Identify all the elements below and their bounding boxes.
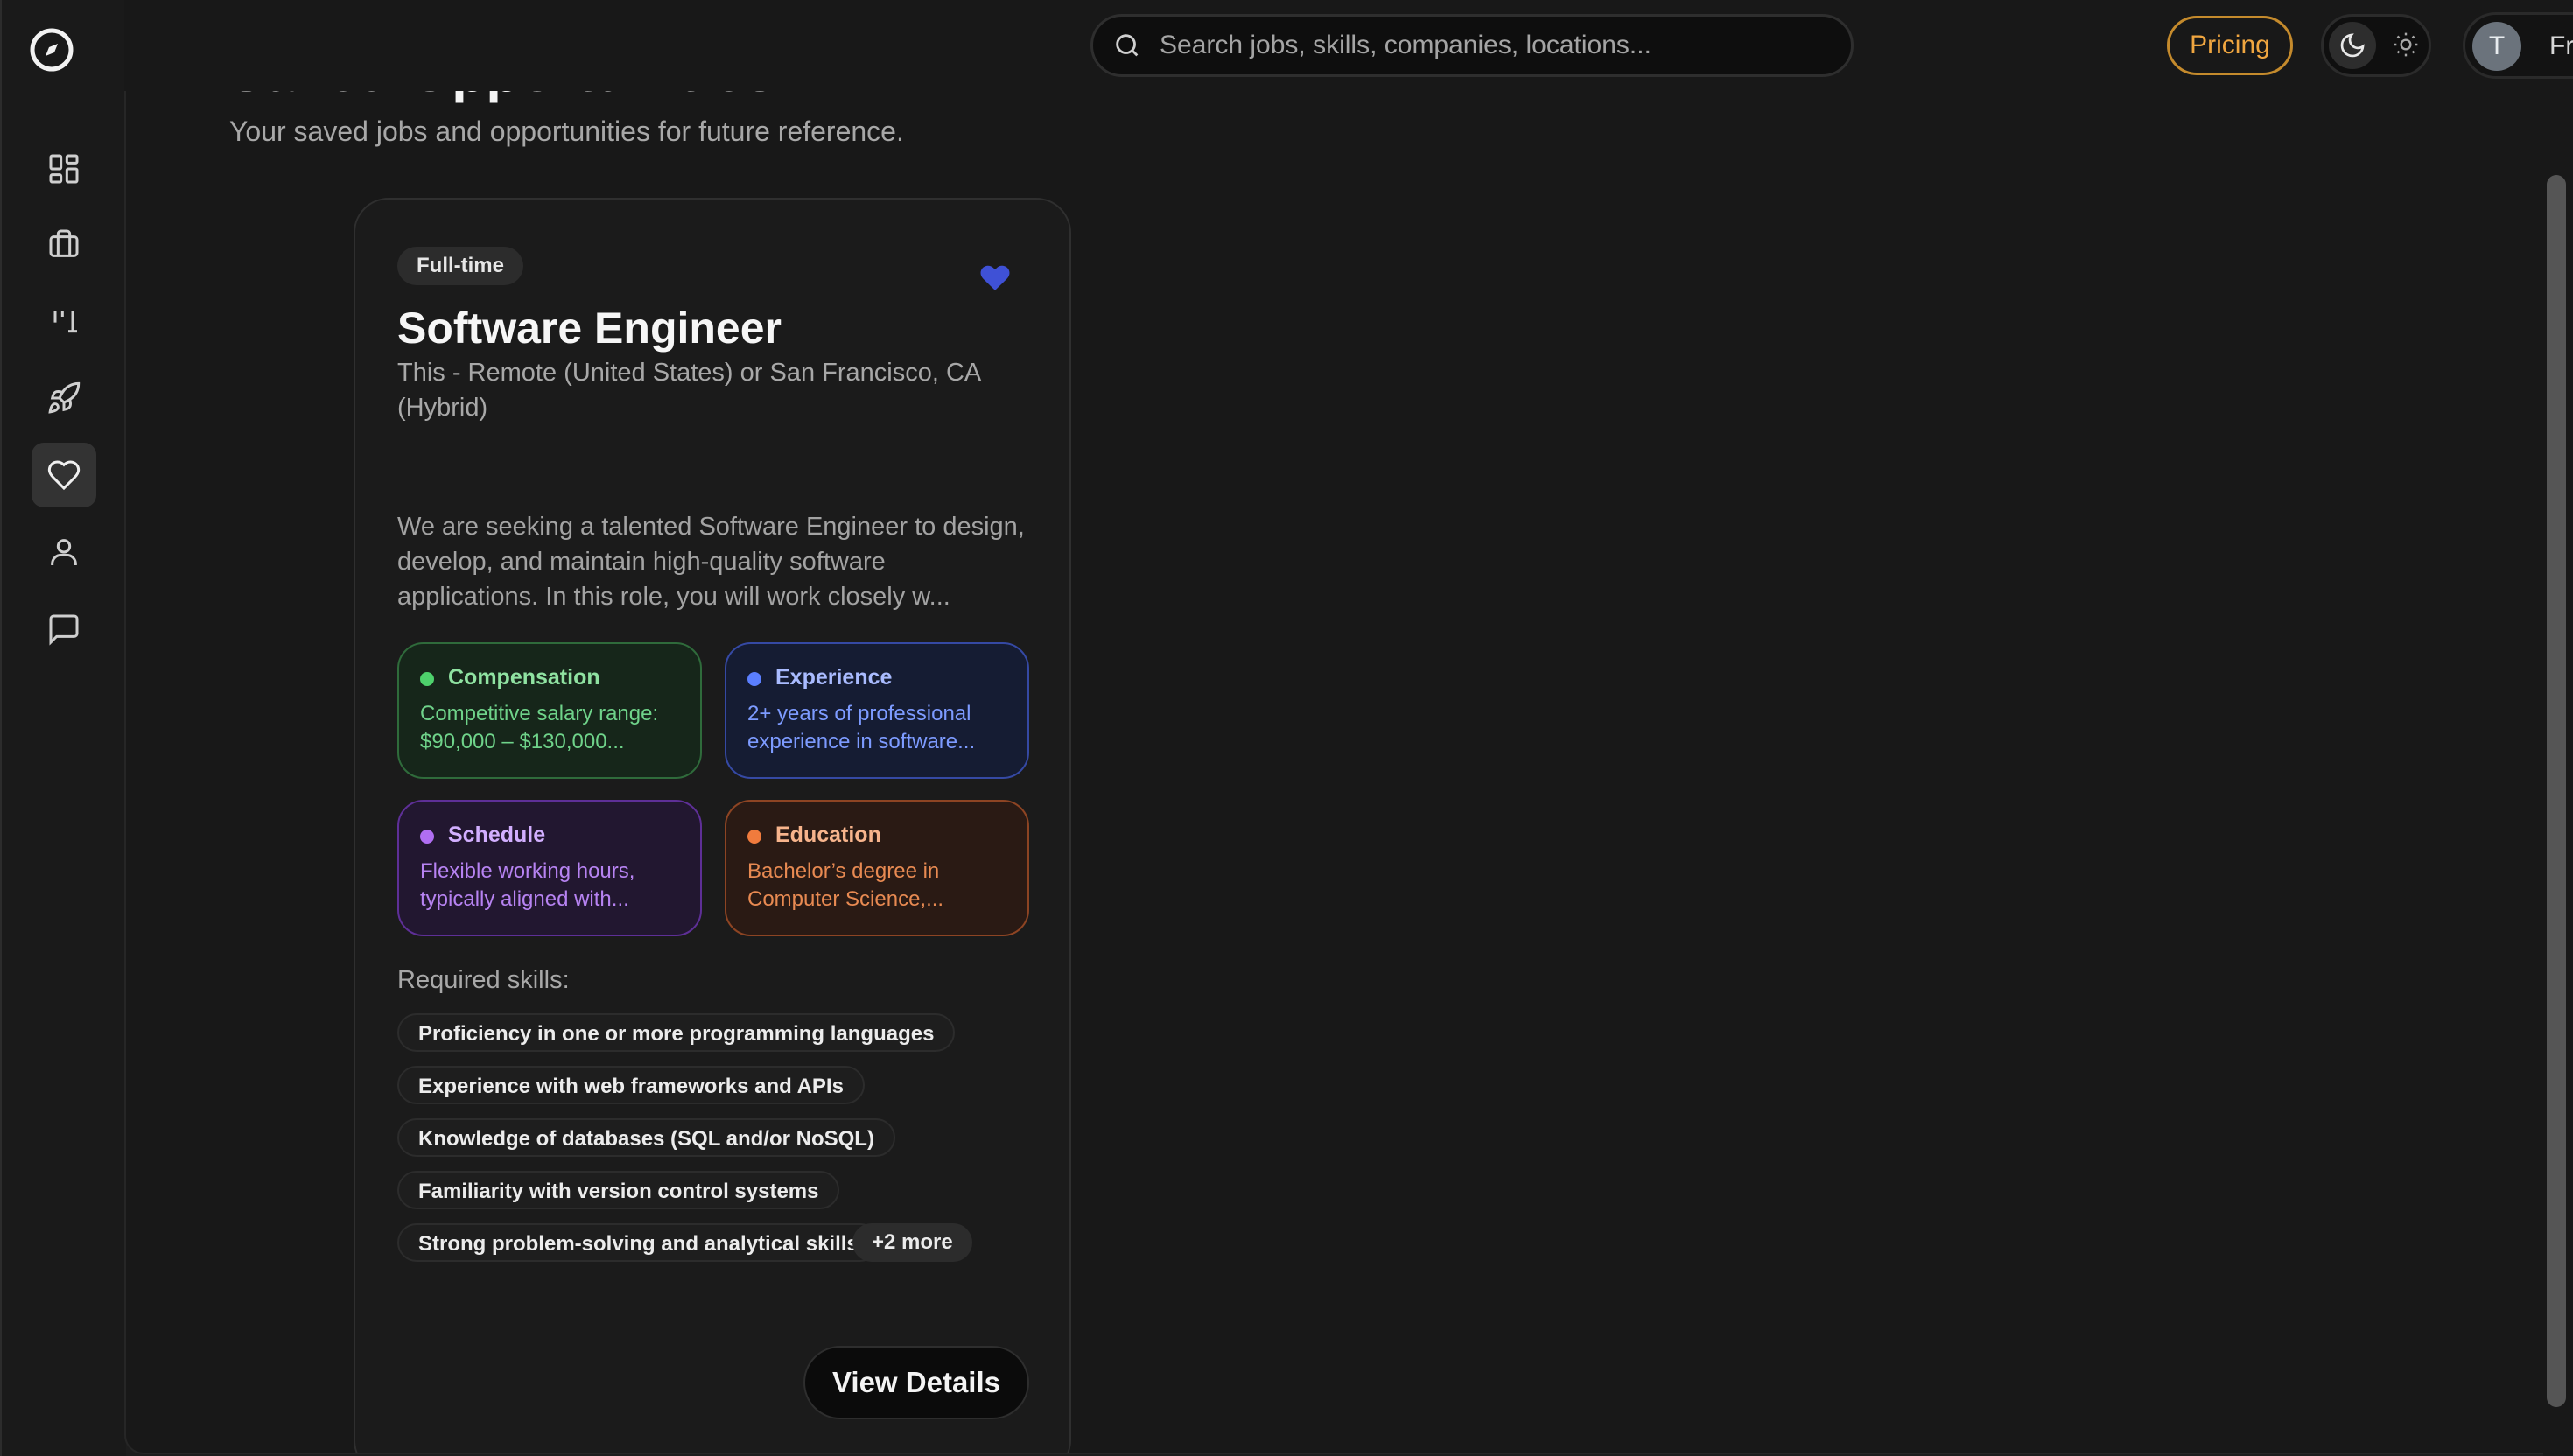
schedule-dot-icon	[420, 830, 434, 844]
briefcase-icon	[49, 229, 79, 257]
skill-chip: Strong problem-solving and analytical sk…	[397, 1223, 880, 1262]
moon-icon	[2340, 33, 2365, 58]
job-card[interactable]: Full-time Software Engineer This - Remot…	[354, 198, 1071, 1452]
sun-icon[interactable]	[2392, 31, 2420, 59]
saved-heart-icon[interactable]	[978, 261, 1012, 292]
theme-toggle[interactable]	[2321, 14, 2431, 77]
sidebar-item-saved[interactable]	[32, 443, 96, 508]
more-skills-badge[interactable]: +2 more	[852, 1223, 972, 1262]
education-dot-icon	[747, 830, 761, 844]
view-details-button[interactable]: View Details	[803, 1346, 1029, 1419]
rocket-icon	[48, 382, 81, 414]
job-title[interactable]: Software Engineer	[397, 303, 782, 354]
education-tile: Education Bachelor’s degree in Computer …	[725, 800, 1029, 936]
user-menu[interactable]: T Free	[2463, 12, 2573, 79]
schedule-tile: Schedule Flexible working hours, typical…	[397, 800, 702, 936]
sidebar-item-messages[interactable]	[32, 597, 96, 662]
columns-icon	[53, 311, 77, 333]
page-subtitle: Your saved jobs and opportunities for fu…	[229, 116, 904, 147]
skill-chip: Experience with web frameworks and APIs	[397, 1066, 865, 1104]
heart-icon	[47, 460, 81, 491]
skill-chip: Knowledge of databases (SQL and/or NoSQL…	[397, 1118, 895, 1157]
pricing-button[interactable]: Pricing	[2167, 16, 2293, 75]
search-bar[interactable]	[1090, 14, 1854, 77]
experience-label: Experience	[775, 665, 893, 690]
sidebar-item-profile[interactable]	[32, 520, 96, 584]
experience-text: 2+ years of professional experience in s…	[747, 702, 976, 753]
avatar: T	[2472, 22, 2521, 71]
job-location: This - Remote (United States) or San Fra…	[397, 359, 980, 422]
dark-mode-button[interactable]	[2329, 22, 2376, 69]
experience-dot-icon	[747, 672, 761, 686]
main-panel: Saved Opportunities Your saved jobs and …	[124, 0, 2573, 1454]
job-description: We are seeking a talented Software Engin…	[397, 513, 1025, 611]
chat-icon	[49, 614, 79, 646]
plan-label: Free	[2549, 32, 2573, 60]
skill-chip: Familiarity with version control systems	[397, 1171, 840, 1209]
compensation-dot-icon	[420, 672, 434, 686]
sidebar-item-dashboard[interactable]	[32, 136, 96, 201]
required-skills-label: Required skills:	[397, 966, 570, 994]
schedule-text: Flexible working hours, typically aligne…	[420, 859, 635, 911]
sidebar-item-jobs[interactable]	[32, 212, 96, 276]
sidebar	[0, 0, 126, 1456]
grid-icon	[49, 154, 79, 184]
compensation-text: Competitive salary range: $90,000 – $130…	[420, 702, 659, 753]
schedule-label: Schedule	[448, 822, 546, 847]
education-text: Bachelor’s degree in Computer Science,..…	[747, 859, 944, 911]
sidebar-item-tracker[interactable]	[32, 289, 96, 354]
scrollbar-thumb[interactable]	[2547, 175, 2566, 1407]
top-bar: Pricing T Free	[124, 0, 2573, 91]
compensation-tile: Compensation Competitive salary range: $…	[397, 642, 702, 779]
skill-chip: Proficiency in one or more programming l…	[397, 1013, 956, 1052]
education-label: Education	[775, 822, 881, 847]
job-type-badge: Full-time	[397, 247, 523, 285]
sidebar-item-launch[interactable]	[32, 366, 96, 430]
search-input[interactable]	[1158, 30, 1826, 61]
user-icon	[51, 539, 77, 565]
search-icon	[1116, 34, 1139, 57]
compensation-label: Compensation	[448, 665, 600, 690]
experience-tile: Experience 2+ years of professional expe…	[725, 642, 1029, 779]
compass-logo-icon[interactable]	[28, 26, 75, 74]
